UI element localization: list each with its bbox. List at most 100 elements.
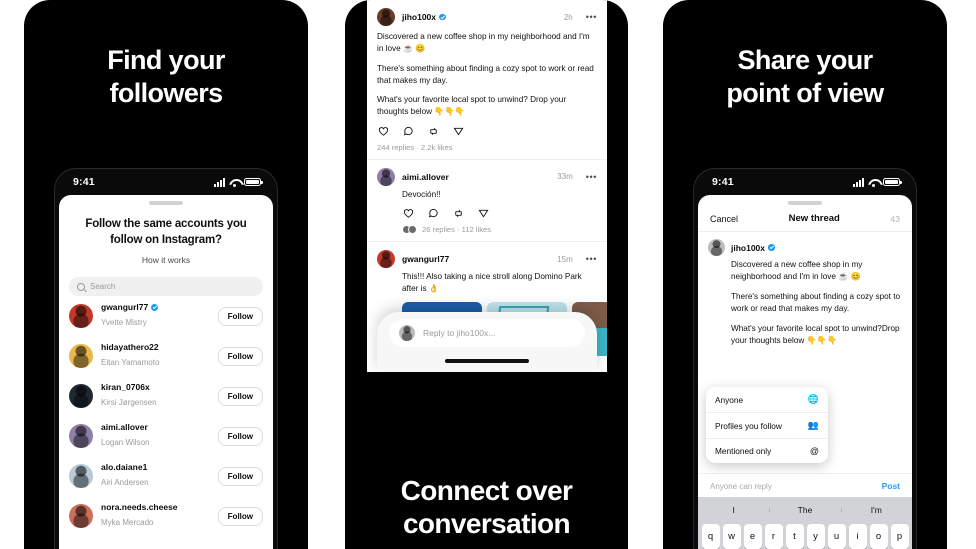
post-stats[interactable]: 26 replies · 112 likes xyxy=(402,225,597,241)
cancel-button[interactable]: Cancel xyxy=(710,214,738,224)
more-options-icon[interactable]: ••• xyxy=(586,12,597,22)
search-input[interactable]: Search xyxy=(69,277,263,297)
list-item[interactable]: aimi.allover Logan Wilson Follow xyxy=(59,416,273,456)
list-item[interactable]: nora.needs.cheese Myka Mercado Follow xyxy=(59,496,273,536)
post-button[interactable]: Post xyxy=(882,481,900,491)
more-options-icon[interactable]: ••• xyxy=(586,172,597,182)
composer-text[interactable]: Discovered a new coffee shop in my neigh… xyxy=(731,259,902,348)
audience-dropdown-menu[interactable]: Anyone 🌐 Profiles you follow 👥 Mentioned onl… xyxy=(706,387,828,463)
user-meta: nora.needs.cheese Myka Mercado xyxy=(101,502,210,530)
post-paragraph: Discovered a new coffee shop in my neigh… xyxy=(377,32,590,54)
post-paragraph: There's something about finding a cozy s… xyxy=(377,63,594,85)
user-meta: kiran_0706x Kirsi Jørgensen xyxy=(101,382,210,410)
menu-item-label: Anyone xyxy=(715,394,744,405)
post-stats[interactable]: 244 replies · 2.2k likes xyxy=(377,143,597,159)
wifi-icon xyxy=(229,178,240,187)
thread-post[interactable]: jiho100x 2h ••• Discovered a new coffee sho… xyxy=(367,0,607,160)
follow-button[interactable]: Follow xyxy=(217,386,263,406)
follow-button[interactable]: Follow xyxy=(217,346,263,366)
share-icon[interactable] xyxy=(478,208,489,219)
composer-paragraph: Discovered a new coffee shop in my neigh… xyxy=(731,260,863,282)
prediction-chip[interactable]: I xyxy=(698,505,769,515)
user-meta: gwangurl77 Yvette Mistry xyxy=(101,302,210,330)
post-text: Devoción!! xyxy=(402,189,597,201)
list-item[interactable]: alo.daiane1 Airi Andersen Follow xyxy=(59,456,273,496)
sheet-title: Follow the same accounts you follow on I… xyxy=(85,218,247,246)
thread-feed-screen: jiho100x 2h ••• Discovered a new coffee sho… xyxy=(367,0,607,372)
post-actions[interactable] xyxy=(377,126,597,137)
post-actions[interactable] xyxy=(402,208,597,219)
how-it-works-link[interactable]: How it works xyxy=(59,255,273,265)
key-i[interactable]: i xyxy=(848,524,867,549)
battery-icon xyxy=(883,177,902,187)
reply-permission-label[interactable]: Anyone can reply xyxy=(710,482,772,491)
share-icon[interactable] xyxy=(453,126,464,137)
key-u[interactable]: u xyxy=(827,524,846,549)
follow-button[interactable]: Follow xyxy=(217,426,263,446)
menu-item-mentioned-only[interactable]: Mentioned only @ xyxy=(706,438,828,463)
key-e[interactable]: e xyxy=(743,524,762,549)
repost-icon[interactable] xyxy=(428,126,439,137)
list-item[interactable]: gwangurl77 Yvette Mistry Follow xyxy=(59,296,273,336)
key-r[interactable]: r xyxy=(764,524,783,549)
status-time: 9:41 xyxy=(712,176,734,188)
key-p[interactable]: p xyxy=(890,524,909,549)
character-count: 43 xyxy=(890,213,900,224)
reply-input[interactable]: Reply to jiho100x... xyxy=(389,319,585,347)
post-handle[interactable]: aimi.allover xyxy=(402,172,449,182)
post-timestamp: 15m xyxy=(557,254,573,264)
like-icon[interactable] xyxy=(378,126,389,137)
post-paragraph: This!!! Also taking a nice stroll along … xyxy=(402,272,582,294)
user-handle: alo.daiane1 xyxy=(101,462,210,472)
keyboard-row-1[interactable]: qwertyuiop xyxy=(698,524,912,549)
predictive-text-bar[interactable]: I The I'm xyxy=(698,501,912,519)
handle-text: kiran_0706x xyxy=(101,382,150,393)
menu-item-profiles-you-follow[interactable]: Profiles you follow 👥 xyxy=(706,412,828,438)
repost-icon[interactable] xyxy=(453,208,464,219)
suggested-accounts-list: gwangurl77 Yvette Mistry Follow hidayathero… xyxy=(59,296,273,536)
follow-button[interactable]: Follow xyxy=(217,506,263,526)
user-display-name: Yvette Mistry xyxy=(101,318,147,328)
list-item[interactable]: hidayathero22 Eitan Yamamoto Follow xyxy=(59,336,273,376)
composer-draft: jiho100x Discovered a new coffee shop in… xyxy=(698,232,912,348)
follow-button[interactable]: Follow xyxy=(217,306,263,326)
sheet-grabber[interactable] xyxy=(149,201,183,205)
battery-icon xyxy=(244,177,263,187)
post-handle[interactable]: gwangurl77 xyxy=(402,254,449,264)
on-screen-keyboard[interactable]: ITheI'm qwertyuiop asdfghjkl xyxy=(698,497,912,549)
menu-item-label: Mentioned only xyxy=(715,446,772,456)
handle-text: jiho100x xyxy=(402,12,437,22)
key-o[interactable]: o xyxy=(869,524,888,549)
follow-button[interactable]: Follow xyxy=(217,466,263,486)
globe-icon: 🌐 xyxy=(807,394,819,404)
post-handle[interactable]: jiho100x xyxy=(402,12,446,22)
post-timestamp: 33m xyxy=(557,172,573,182)
reply-icon[interactable] xyxy=(428,208,439,219)
user-display-name: Logan Wilson xyxy=(101,438,150,448)
post-header: aimi.allover 33m ••• xyxy=(377,167,597,186)
avatar xyxy=(69,464,93,489)
key-q[interactable]: q xyxy=(701,524,720,549)
list-item[interactable]: kiran_0706x Kirsi Jørgensen Follow xyxy=(59,376,273,416)
thread-post[interactable]: aimi.allover 33m ••• Devoción!! 26 replies ·… xyxy=(367,160,607,243)
prediction-chip[interactable]: I'm xyxy=(840,505,912,515)
status-icons xyxy=(214,177,263,187)
cellular-signal-icon xyxy=(853,177,864,187)
post-text: Discovered a new coffee shop in my neigh… xyxy=(377,31,597,119)
menu-item-anyone[interactable]: Anyone 🌐 xyxy=(706,387,828,412)
feed-post-list: jiho100x 2h ••• Discovered a new coffee sho… xyxy=(367,0,607,356)
user-meta: aimi.allover Logan Wilson xyxy=(101,422,210,450)
like-icon[interactable] xyxy=(403,208,414,219)
verified-badge-icon xyxy=(768,244,775,251)
promo-panel-share-point-of-view: Share your point of view 9:41 Cancel New … xyxy=(663,0,947,549)
prediction-chip[interactable]: The xyxy=(769,505,840,515)
key-t[interactable]: t xyxy=(785,524,804,549)
menu-item-label: Profiles you follow xyxy=(715,420,782,431)
key-w[interactable]: w xyxy=(722,524,741,549)
reply-permission-row: Anyone can reply Post xyxy=(698,473,912,498)
reply-icon[interactable] xyxy=(403,126,414,137)
more-options-icon[interactable]: ••• xyxy=(586,254,597,264)
avatar xyxy=(69,424,93,449)
key-y[interactable]: y xyxy=(806,524,825,549)
home-indicator xyxy=(445,359,529,363)
